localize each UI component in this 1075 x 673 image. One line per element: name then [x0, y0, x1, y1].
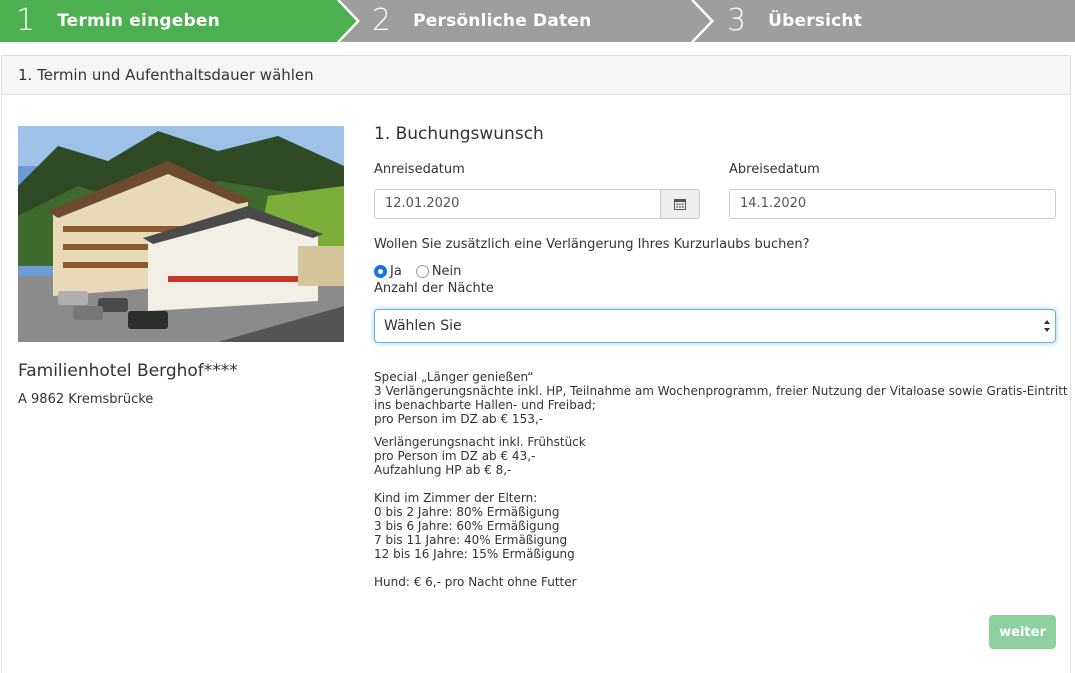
info-line: 7 bis 11 Jahre: 40% Ermäßigung [374, 533, 568, 547]
step-label: Persönliche Daten [413, 11, 592, 31]
step-number: 3 [727, 3, 747, 38]
info-line: pro Person im DZ ab € 153,- [374, 412, 543, 426]
departure-date-input[interactable]: 14.1.2020 [729, 189, 1056, 219]
nights-select[interactable]: Wählen Sie [374, 309, 1056, 343]
info-line: 12 bis 16 Jahre: 15% Ermäßigung [374, 547, 575, 561]
info-line: Kind im Zimmer der Eltern: [374, 491, 538, 505]
step-2[interactable]: 2 Persönliche Daten [372, 0, 591, 42]
info-line: 0 bis 2 Jahre: 80% Ermäßigung [374, 505, 560, 519]
panel-title: 1. Termin und Aufenthaltsdauer wählen [2, 56, 1070, 95]
info-line: Verlängerungsnacht inkl. Frühstück [374, 435, 586, 449]
arrival-label: Anreisedatum [374, 162, 465, 177]
calendar-button[interactable] [660, 189, 700, 219]
kids-info: Kind im Zimmer der Eltern: 0 bis 2 Jahre… [374, 491, 575, 561]
radio-no-label: Nein [431, 264, 462, 279]
info-line: 3 bis 6 Jahre: 60% Ermäßigung [374, 519, 560, 533]
dog-info: Hund: € 6,- pro Nacht ohne Futter [374, 575, 577, 589]
night-info: Verlängerungsnacht inkl. Frühstück pro P… [374, 435, 586, 477]
departure-label: Abreisedatum [729, 162, 820, 177]
step-label: Übersicht [768, 11, 863, 31]
info-line: pro Person im DZ ab € 43,- [374, 449, 536, 463]
progress-stepper: 1 Termin eingeben 2 Persönliche Daten 3 … [0, 0, 1075, 42]
extension-radio-group: Ja Nein [374, 264, 461, 279]
radio-no[interactable] [415, 265, 429, 278]
special-info: Special „Länger genießen“ 3 Verlängerung… [374, 370, 1068, 426]
arrival-date-input[interactable]: 12.01.2020 [374, 189, 661, 219]
step-number: 1 [16, 3, 36, 38]
info-line: Special „Länger genießen“ [374, 370, 534, 384]
nights-label: Anzahl der Nächte [374, 281, 494, 296]
info-line: Aufzahlung HP ab € 8,- [374, 463, 512, 477]
info-line: 3 Verlängerungsnächte inkl. HP, Teilnahm… [374, 384, 1068, 398]
extension-question: Wollen Sie zusätzlich eine Verlängerung … [374, 237, 810, 252]
step-1[interactable]: 1 Termin eingeben [16, 0, 220, 42]
booking-panel: 1. Termin und Aufenthaltsdauer wählen Fa… [1, 55, 1071, 673]
hotel-address: A 9862 Kremsbrücke [18, 392, 154, 407]
nights-select-value: Wählen Sie [384, 318, 462, 334]
hotel-photo [18, 126, 344, 342]
step-label: Termin eingeben [57, 11, 220, 31]
radio-yes-label: Ja [390, 264, 402, 279]
step-number: 2 [372, 3, 392, 38]
radio-yes[interactable] [374, 265, 387, 278]
section-title: 1. Buchungswunsch [374, 124, 544, 144]
next-button[interactable]: weiter [989, 615, 1056, 649]
hotel-name: Familienhotel Berghof**** [18, 361, 238, 381]
calendar-icon [674, 199, 686, 210]
step-3[interactable]: 3 Übersicht [727, 0, 862, 42]
select-arrows-icon [1044, 320, 1050, 332]
info-line: ins benachbarte Hallen- und Freibad; [374, 398, 596, 412]
